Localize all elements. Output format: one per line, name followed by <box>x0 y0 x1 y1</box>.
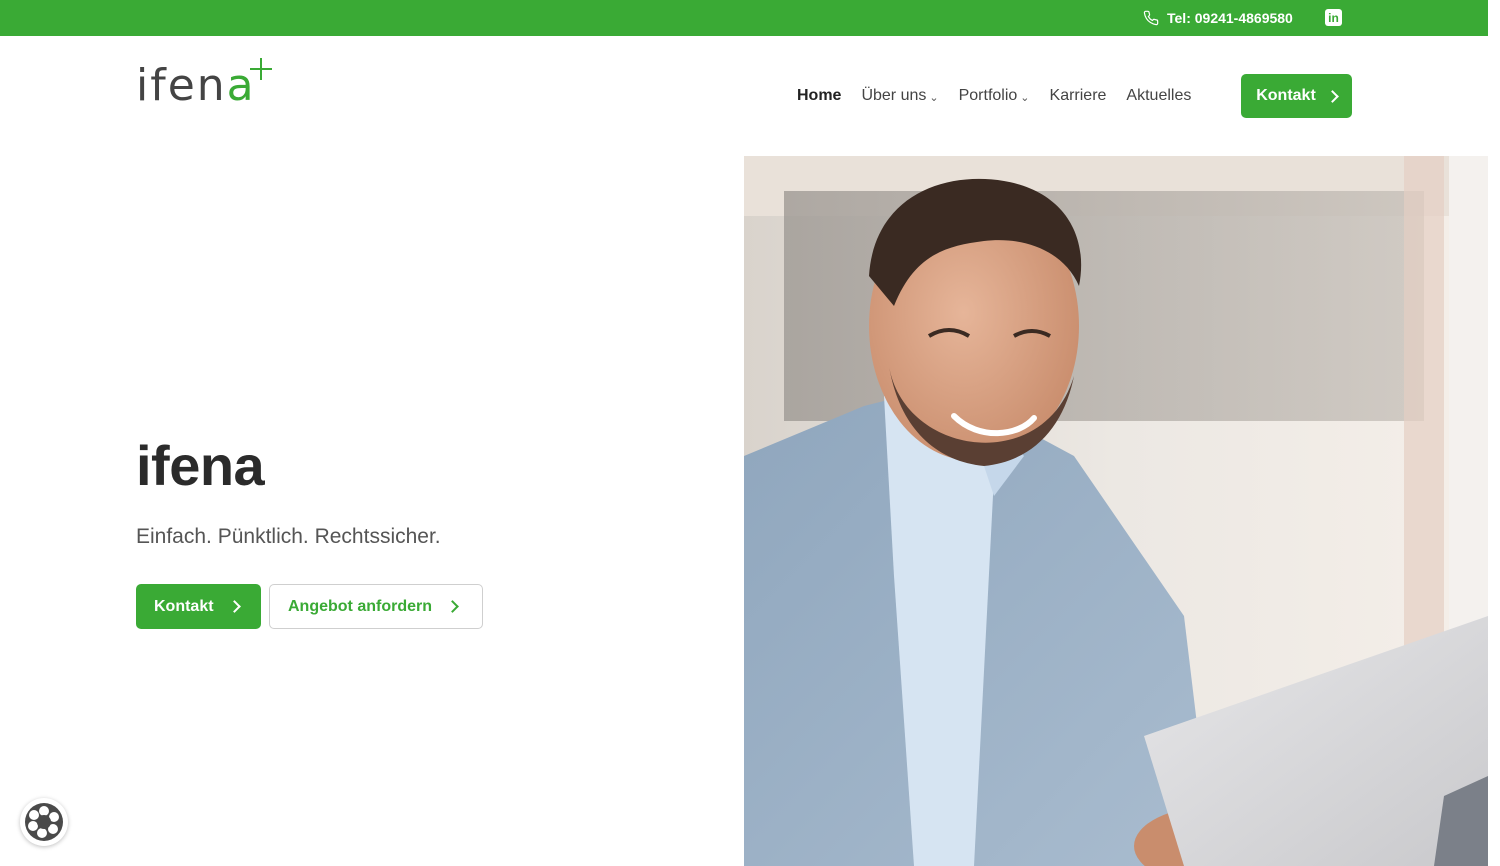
cookie-settings-button[interactable] <box>20 798 68 846</box>
linkedin-glyph: in <box>1328 10 1339 25</box>
chevron-right-icon <box>227 600 241 613</box>
nav-label: Über uns <box>861 87 927 104</box>
chevron-down-icon: ⌄ <box>929 91 939 104</box>
phone-number: Tel: 09241-4869580 <box>1167 10 1293 26</box>
nav-label: Karriere <box>1049 87 1107 104</box>
cookie-settings-icon <box>25 803 63 841</box>
main-navigation: Home Über uns ⌄ Portfolio ⌄ Karriere Akt… <box>797 84 1211 108</box>
logo-text: ifen <box>136 60 227 111</box>
logo-wordmark: ifena <box>136 64 256 108</box>
nav-item-karriere[interactable]: Karriere <box>1050 87 1107 105</box>
phone-link[interactable]: Tel: 09241-4869580 <box>1143 9 1293 27</box>
chevron-right-icon <box>1325 89 1339 103</box>
request-quote-button[interactable]: Angebot anfordern <box>269 584 483 629</box>
nav-item-portfolio[interactable]: Portfolio ⌄ <box>959 87 1030 105</box>
hero-subtitle: Einfach. Pünktlich. Rechtssicher. <box>136 525 441 548</box>
nav-item-home[interactable]: Home <box>797 87 841 105</box>
site-logo[interactable]: ifena <box>136 58 276 114</box>
header-contact-button[interactable]: Kontakt <box>1241 74 1352 118</box>
logo-plus-icon <box>250 58 272 80</box>
phone-icon <box>1143 10 1159 26</box>
nav-label: Aktuelles <box>1126 87 1192 104</box>
top-bar: Tel: 09241-4869580 in <box>0 0 1488 36</box>
linkedin-icon[interactable]: in <box>1325 9 1342 26</box>
nav-item-aktuelles[interactable]: Aktuelles <box>1126 87 1191 105</box>
hero-contact-button[interactable]: Kontakt <box>136 584 261 629</box>
nav-item-ueber-uns[interactable]: Über uns ⌄ <box>861 87 938 105</box>
request-quote-label: Angebot anfordern <box>288 597 432 615</box>
hero-title: ifena <box>136 434 265 497</box>
nav-label: Home <box>797 87 842 104</box>
chevron-right-icon <box>446 600 459 613</box>
nav-label: Portfolio <box>958 87 1018 104</box>
header-contact-label: Kontakt <box>1256 87 1316 104</box>
hero-contact-label: Kontakt <box>154 597 214 615</box>
chevron-down-icon: ⌄ <box>1020 91 1030 104</box>
hero-image <box>744 156 1488 866</box>
